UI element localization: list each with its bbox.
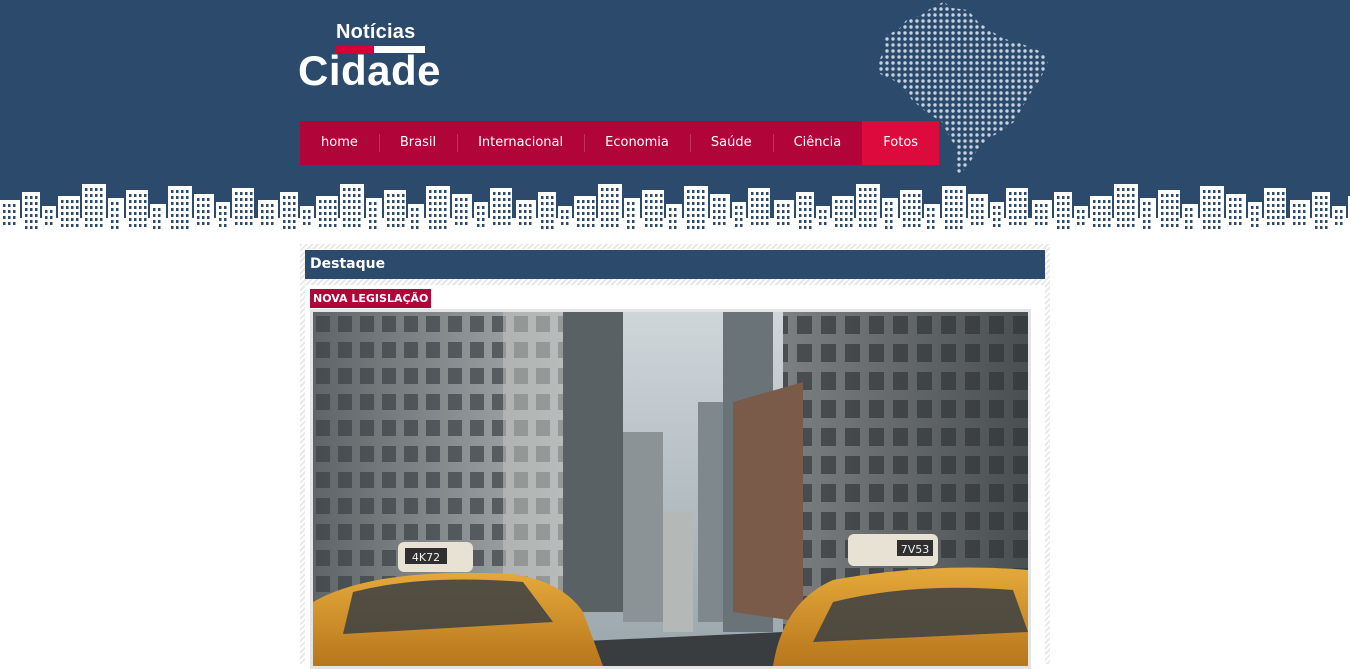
site-header: Notícias Cidade home Brasil Internaciona… (0, 0, 1350, 232)
city-skyline-icon (0, 184, 1350, 232)
nav-item-ciencia[interactable]: Ciência (772, 121, 863, 165)
section-divider (305, 279, 1045, 285)
category-tag[interactable]: NOVA LEGISLAÇÃO (310, 289, 432, 308)
featured-photo[interactable]: 4K72 7V53 (313, 312, 1028, 666)
nav-item-saude[interactable]: Saúde (689, 121, 773, 165)
nav-item-economia[interactable]: Economia (584, 121, 690, 165)
logo-top-text: Notícias (336, 21, 416, 43)
nav-item-brasil[interactable]: Brasil (378, 121, 457, 165)
nav-item-internacional[interactable]: Internacional (457, 121, 584, 165)
nav-item-fotos[interactable]: Fotos (862, 121, 940, 165)
section-title: Destaque (305, 250, 1045, 279)
nav-item-home[interactable]: home (300, 121, 379, 165)
featured-section: Destaque NOVA LEGISLAÇÃO 4K72 7V53 (300, 244, 1050, 669)
logo-main-text: Cidade (298, 47, 442, 94)
taxi-right-plate: 7V53 (901, 543, 930, 556)
taxi-left-plate: 4K72 (412, 551, 440, 564)
featured-photo-frame[interactable]: 4K72 7V53 (310, 309, 1031, 669)
main-nav: home Brasil Internacional Economia Saúde… (300, 121, 940, 165)
site-logo[interactable]: Notícias Cidade (298, 18, 458, 98)
featured-inner: Destaque NOVA LEGISLAÇÃO 4K72 7V53 (305, 249, 1045, 669)
